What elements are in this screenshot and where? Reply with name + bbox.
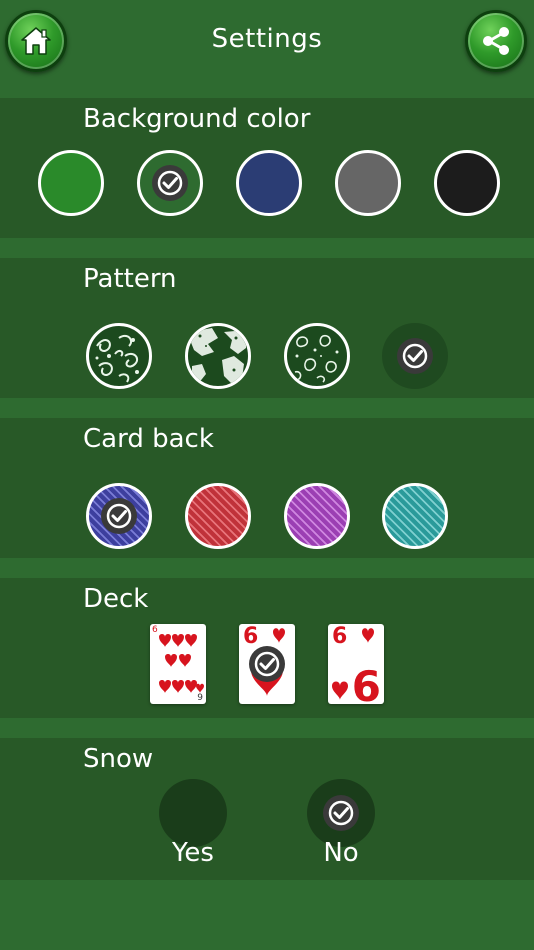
checkmark-icon [254,651,280,677]
floral-pattern-image [95,334,139,383]
bg-color-green[interactable] [38,150,104,216]
card-back-red[interactable] [185,483,251,549]
pattern-floral-swirl[interactable] [86,323,152,389]
card-back-blue[interactable] [86,483,152,549]
pattern-world-map[interactable] [185,323,251,389]
card-back-purple[interactable] [284,483,350,549]
deck-section: Deck 6 9 6 6 6 [0,578,534,718]
card-back-label: Card back [83,424,214,454]
deck-classic-card[interactable]: 6 9 [150,624,206,704]
snow-yes-label: Yes [172,838,214,868]
checkmark-icon [328,800,354,826]
pattern-section: Pattern [0,258,534,398]
map-pattern-image [190,328,246,384]
selected-check [152,165,188,201]
snow-no-label: No [323,838,359,868]
bg-color-gray[interactable] [335,150,401,216]
background-color-label: Background color [83,104,311,134]
paisley-pattern-image [294,334,339,383]
checkmark-icon [157,170,183,196]
page-title: Settings [211,24,323,54]
bg-color-navy[interactable] [236,150,302,216]
pattern-none[interactable] [382,323,448,389]
pattern-paisley[interactable] [284,323,350,389]
selected-check [101,498,137,534]
bg-color-black[interactable] [434,150,500,216]
bg-color-dark-green[interactable] [137,150,203,216]
background-color-section: Background color [0,98,534,238]
card-back-teal[interactable] [382,483,448,549]
share-icon [483,27,509,55]
card-corner-rank-bottom: 9 [197,693,203,703]
snow-no-option[interactable] [307,779,375,847]
hearts-pips-icon [159,634,204,693]
selected-check [397,338,433,374]
selected-check [323,795,359,831]
header-bar: Settings [0,0,534,98]
pattern-label: Pattern [83,264,177,294]
deck-simple-card[interactable]: 6 [239,624,295,704]
selected-check [249,646,285,682]
deck-large-card[interactable]: 6 6 [328,624,384,708]
share-button[interactable] [465,10,527,72]
checkmark-icon [402,343,428,369]
deck-label: Deck [83,584,149,614]
checkmark-icon [106,503,132,529]
snow-yes-option[interactable] [159,779,227,847]
snow-section: Snow Yes No [0,738,534,880]
card-back-section: Card back [0,418,534,558]
card-big-rank: 6 [351,662,381,711]
snow-label: Snow [83,744,154,774]
